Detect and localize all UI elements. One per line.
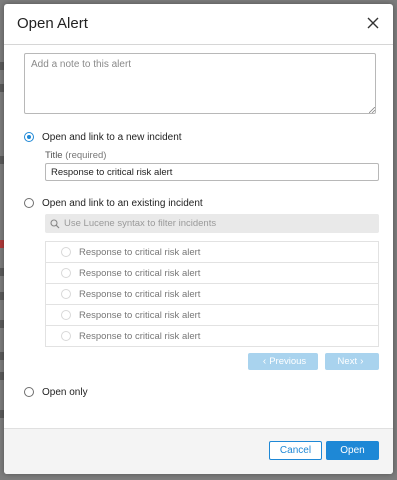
next-label: Next — [337, 356, 358, 367]
note-textarea[interactable] — [24, 53, 376, 114]
incident-radio[interactable] — [61, 289, 71, 299]
search-icon — [50, 218, 60, 228]
previous-page-button[interactable]: ‹ Previous — [248, 353, 318, 370]
incident-list-item[interactable]: Response to critical risk alert — [45, 242, 379, 263]
incident-list-item[interactable]: Response to critical risk alert — [45, 305, 379, 326]
incident-label: Response to critical risk alert — [79, 309, 201, 321]
incident-radio[interactable] — [61, 310, 71, 320]
radio-new-incident-label: Open and link to a new incident — [42, 131, 182, 143]
incident-label: Response to critical risk alert — [79, 330, 201, 342]
title-field-label: Title (required) — [45, 150, 106, 161]
title-required-text: (required) — [65, 150, 107, 161]
close-icon — [367, 17, 379, 29]
next-page-button[interactable]: Next › — [325, 353, 379, 370]
radio-open-only[interactable]: Open only — [24, 385, 88, 399]
title-label-text: Title — [45, 150, 63, 161]
previous-label: Previous — [269, 356, 307, 367]
radio-button-checked[interactable] — [24, 132, 34, 142]
incident-label: Response to critical risk alert — [79, 246, 201, 258]
chevron-left-icon: ‹ — [262, 356, 267, 367]
incident-title-input[interactable] — [45, 163, 379, 181]
incident-radio[interactable] — [61, 331, 71, 341]
incident-label: Response to critical risk alert — [79, 288, 201, 300]
incident-search-input[interactable] — [60, 218, 368, 229]
close-button[interactable] — [363, 13, 383, 33]
incident-radio[interactable] — [61, 247, 71, 257]
incident-label: Response to critical risk alert — [79, 267, 201, 279]
dialog-title: Open Alert — [17, 15, 88, 32]
radio-open-only-label: Open only — [42, 386, 88, 398]
incident-search-box[interactable] — [45, 214, 379, 233]
incident-radio[interactable] — [61, 268, 71, 278]
dialog-header: Open Alert — [4, 4, 393, 45]
chevron-right-icon: › — [360, 356, 364, 367]
radio-new-incident[interactable]: Open and link to a new incident — [24, 130, 182, 144]
radio-button-unchecked[interactable] — [24, 198, 34, 208]
incident-list-item[interactable]: Response to critical risk alert — [45, 326, 379, 347]
open-button[interactable]: Open — [326, 441, 379, 460]
incident-list-item[interactable]: Response to critical risk alert — [45, 284, 379, 305]
incident-list: Response to critical risk alert Response… — [45, 241, 379, 347]
incident-list-item[interactable]: Response to critical risk alert — [45, 263, 379, 284]
radio-button-unchecked[interactable] — [24, 387, 34, 397]
resize-grip-icon[interactable] — [369, 107, 375, 113]
radio-existing-incident[interactable]: Open and link to an existing incident — [24, 196, 203, 210]
open-alert-dialog: Open Alert Open and link to a new incide… — [4, 4, 393, 474]
cancel-button[interactable]: Cancel — [269, 441, 322, 460]
radio-existing-incident-label: Open and link to an existing incident — [42, 197, 203, 209]
